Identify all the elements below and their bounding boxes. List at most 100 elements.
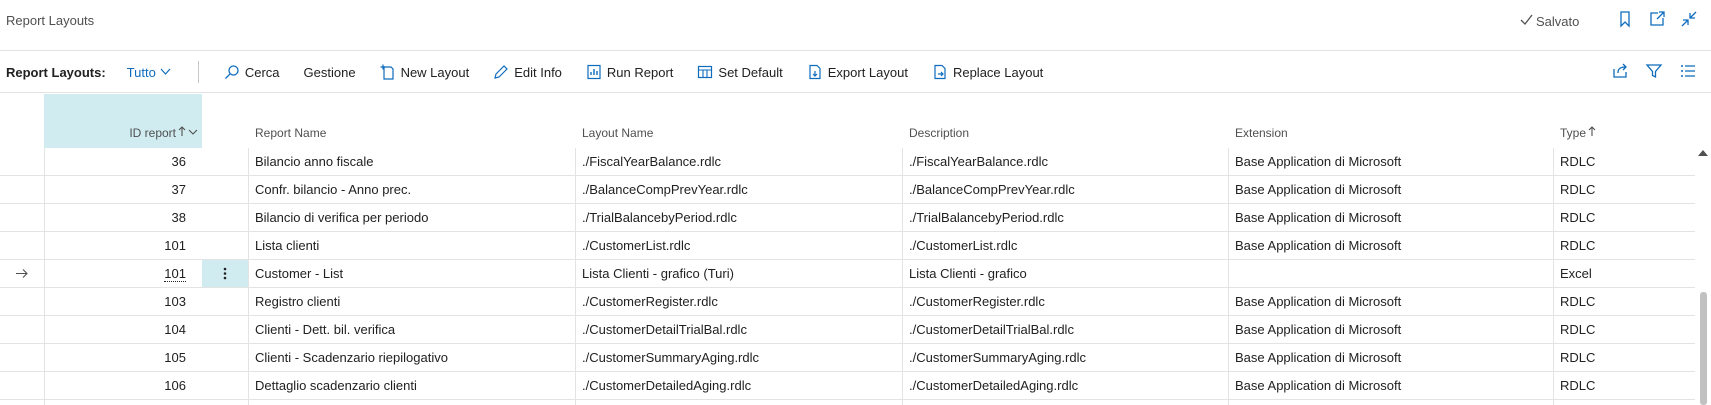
cell-description: ./CustomerRegister.rdlc [909,294,1045,309]
cell-layout-name: ./TrialBalancebyPeriod.rdlc [582,210,737,225]
export-layout-button[interactable]: Export Layout [807,64,908,80]
run-report-icon [586,64,602,80]
cell-layout-name: ./CustomerDetailTrialBal.rdlc [582,322,747,337]
table-row[interactable]: 104 Clienti - Dett. bil. verifica ./Cust… [0,316,1695,344]
column-headers: ID report Report Name Layout Name Descri… [0,94,1711,148]
manage-button[interactable]: Gestione [304,65,356,80]
cell-layout-name: ./CustomerRegister.rdlc [582,294,718,309]
cell-type: RDLC [1560,378,1596,393]
cell-id-report: 106 [164,378,186,393]
cell-description: ./TrialBalancebyPeriod.rdlc [909,210,1064,225]
cell-id-report: 37 [171,182,186,197]
cell-layout-name: ./FiscalYearBalance.rdlc [582,154,721,169]
list-icon[interactable] [1679,62,1697,80]
cell-type: RDLC [1560,322,1596,337]
cell-extension: Base Application di Microsoft [1235,378,1402,393]
scrollbar-thumb[interactable] [1700,292,1707,405]
cell-layout-name: ./CustomerDetailedAging.rdlc [582,378,752,393]
cell-id-report: 36 [171,154,186,169]
table-row[interactable]: 103 Registro clienti ./CustomerRegister.… [0,288,1695,316]
cell-extension: Base Application di Microsoft [1235,294,1402,309]
column-header-layout-name[interactable]: Layout Name [582,126,653,140]
chevron-down-icon [160,65,171,80]
table-body: 36 Bilancio anno fiscale ./FiscalYearBal… [0,148,1695,400]
cell-extension: Base Application di Microsoft [1235,350,1402,365]
manage-label: Gestione [303,64,356,80]
table-row[interactable]: 36 Bilancio anno fiscale ./FiscalYearBal… [0,148,1695,176]
table-row[interactable]: 101 Lista clienti ./CustomerList.rdlc ./… [0,232,1695,260]
cell-id-report: 38 [171,210,186,225]
table-row[interactable]: 37 Confr. bilancio - Anno prec. ./Balanc… [0,176,1695,204]
replace-layout-label: Replace Layout [952,64,1044,80]
cell-report-name: Bilancio anno fiscale [255,154,374,169]
column-header-extension[interactable]: Extension [1235,126,1288,140]
export-icon [807,64,823,80]
filter-icon[interactable] [1645,62,1663,80]
saved-label: Salvato [1536,13,1580,29]
column-header-label: Extension [1235,126,1288,140]
replace-icon [932,64,948,80]
search-label: Cerca [244,64,280,80]
export-layout-label: Export Layout [827,64,908,80]
cell-report-name: Bilancio di verifica per periodo [255,210,429,225]
share-icon[interactable] [1611,62,1629,80]
edit-info-button[interactable]: Edit Info [493,64,562,80]
column-header-label: Description [909,126,970,140]
cell-report-name: Customer - List [255,266,344,281]
replace-layout-button[interactable]: Replace Layout [932,64,1043,80]
title-bar: Report Layouts Salvato [0,0,1711,44]
bookmark-icon[interactable] [1616,10,1634,28]
column-header-type[interactable]: Type [1560,126,1596,140]
table-row[interactable]: 105 Clienti - Scadenzario riepilogativo … [0,344,1695,372]
cell-layout-name: ./CustomerList.rdlc [582,238,691,253]
chevron-down-icon [188,126,198,140]
open-new-window-icon[interactable] [1648,10,1666,28]
collapse-icon[interactable] [1680,10,1698,28]
cell-extension: Base Application di Microsoft [1235,322,1402,337]
cell-report-name: Dettaglio scadenzario clienti [255,378,417,393]
cell-id-report[interactable]: 101 [44,260,186,287]
cell-report-name: Clienti - Dett. bil. verifica [255,322,396,337]
cell-type: RDLC [1560,238,1596,253]
cell-extension [1235,260,1545,287]
column-header-label: ID report [129,126,176,140]
search-icon [224,64,240,80]
sort-ascending-icon [1588,126,1596,140]
table-row[interactable]: 106 Dettaglio scadenzario clienti ./Cust… [0,372,1695,400]
cell-type: RDLC [1560,294,1596,309]
column-header-label: Layout Name [582,126,654,140]
column-header-description[interactable]: Description [909,126,969,140]
cell-description: ./CustomerList.rdlc [909,238,1018,253]
new-layout-button[interactable]: New Layout [380,64,469,80]
action-bar: Report Layouts: Tutto Cerca Gestione New… [0,52,1711,92]
divider [0,50,1711,51]
edit-icon [493,64,509,80]
cell-type: Excel [1560,266,1592,281]
sort-ascending-icon [178,126,186,140]
run-report-button[interactable]: Run Report [586,64,673,80]
edit-info-label: Edit Info [514,64,562,80]
more-menu-icon[interactable] [202,260,248,287]
table-row-selected[interactable]: 101 Customer - List Lista Clienti - graf… [0,260,1695,288]
cell-report-name: Registro clienti [255,294,341,309]
cell-description: ./CustomerDetailTrialBal.rdlc [909,322,1074,337]
id-report-link[interactable]: 101 [164,267,186,282]
view-selector-label: Tutto [126,64,156,80]
search-button[interactable]: Cerca [224,64,280,80]
set-default-button[interactable]: Set Default [697,64,783,80]
scroll-up-icon[interactable] [1698,150,1708,156]
saved-status: Salvato [1520,13,1579,29]
cell-extension: Base Application di Microsoft [1235,210,1402,225]
column-header-report-name[interactable]: Report Name [255,126,326,140]
cell-report-name: Lista clienti [255,238,320,253]
cell-type: RDLC [1560,154,1596,169]
cell-description: ./BalanceCompPrevYear.rdlc [909,182,1075,197]
view-selector[interactable]: Tutto [127,65,171,80]
cell-id-report: 101 [164,238,186,253]
table-row[interactable]: 38 Bilancio di verifica per periodo ./Tr… [0,204,1695,232]
set-default-icon [697,64,713,80]
cell-type: RDLC [1560,210,1596,225]
cell-id-report: 104 [164,322,186,337]
divider [0,92,1711,93]
column-header-id-report[interactable]: ID report [129,126,198,140]
